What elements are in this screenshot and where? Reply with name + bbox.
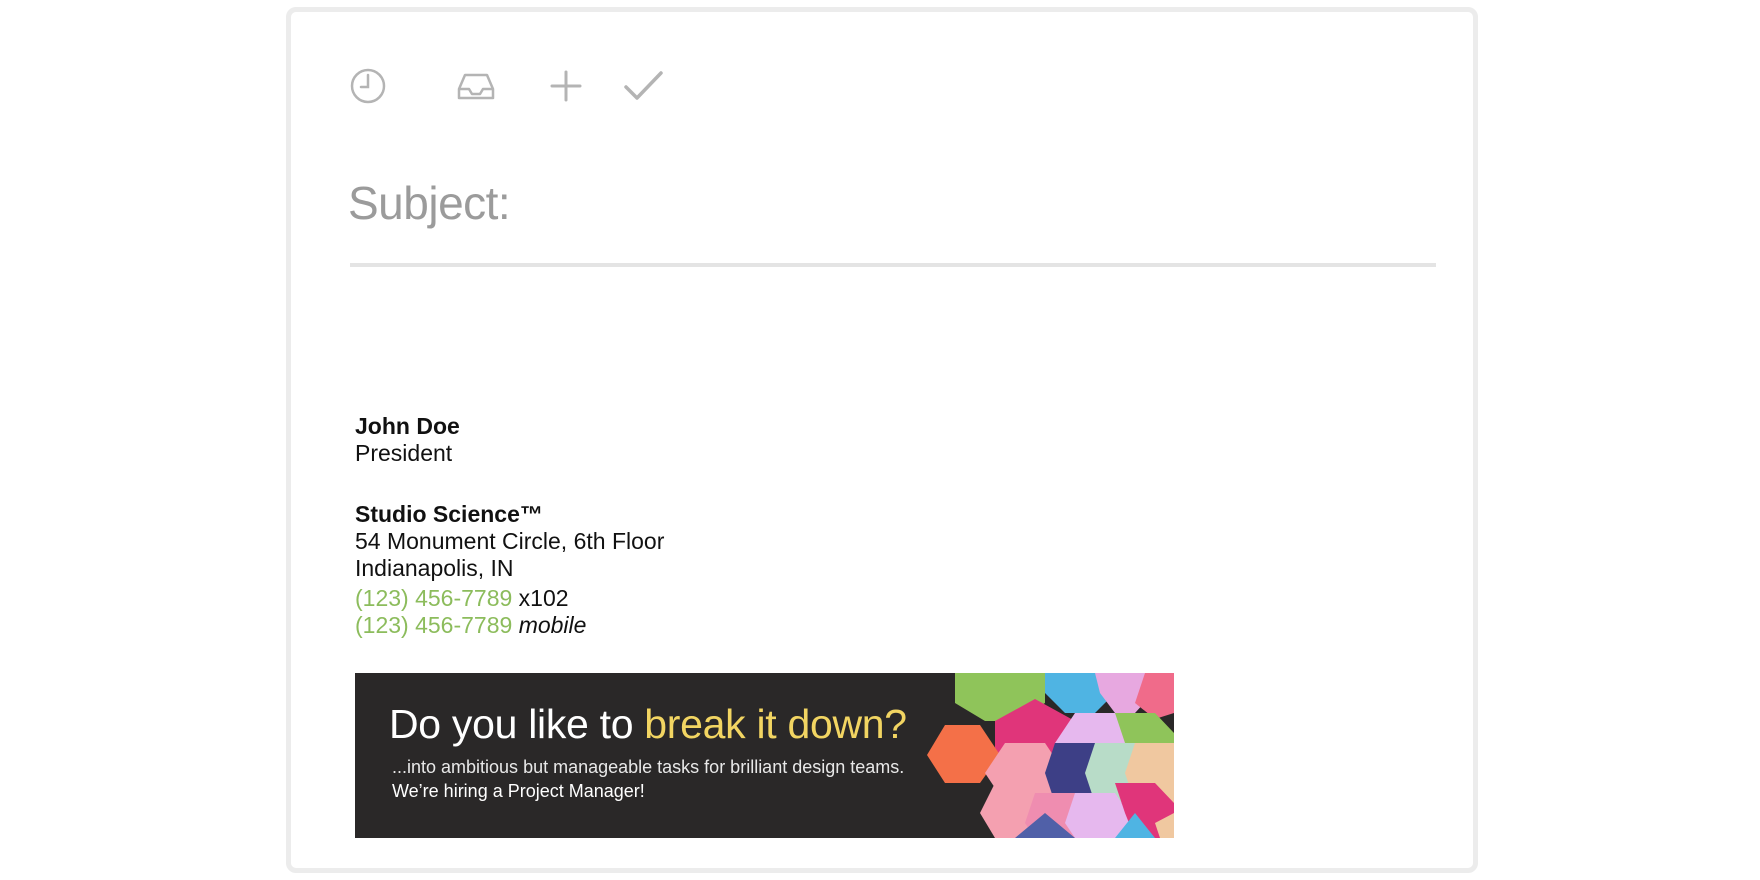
clock-icon[interactable]	[346, 64, 390, 108]
signature-phone-mobile: (123) 456-7789 mobile	[355, 612, 664, 639]
mobile-phone-link[interactable]: (123) 456-7789	[355, 612, 512, 639]
banner-hiring-text: We’re hiring a Project Manager!	[392, 781, 645, 801]
signature-phone-office: (123) 456-7789 x102	[355, 585, 664, 612]
banner-subline: ...into ambitious but manageable tasks f…	[392, 757, 905, 777]
banner-headline-highlight: break it down?	[644, 701, 907, 747]
compose-toolbar	[346, 64, 706, 108]
banner-headline-plain: Do you like to	[389, 701, 645, 747]
signature-name: John Doe	[355, 413, 460, 439]
signature-address-line1: 54 Monument Circle, 6th Floor	[355, 528, 665, 554]
hexagon-pattern-graphic	[927, 673, 1174, 838]
signature-address-line2: Indianapolis, IN	[355, 555, 514, 581]
hiring-banner[interactable]: Do you like to break it down? ...into am…	[355, 673, 1174, 838]
subject-field[interactable]: Subject:	[348, 176, 511, 230]
plus-icon[interactable]	[544, 64, 588, 108]
office-phone-link[interactable]: (123) 456-7789	[355, 585, 512, 612]
mobile-phone-label: mobile	[518, 612, 587, 638]
email-signature: John Doe President Studio Science™ 54 Mo…	[355, 413, 664, 639]
inbox-icon[interactable]	[454, 64, 498, 108]
signature-company: Studio Science™	[355, 501, 543, 527]
subject-divider	[350, 263, 1436, 267]
banner-headline: Do you like to break it down?	[389, 701, 907, 748]
signature-title: President	[355, 440, 453, 466]
office-phone-extension: x102	[512, 585, 569, 611]
check-icon[interactable]	[622, 64, 666, 108]
